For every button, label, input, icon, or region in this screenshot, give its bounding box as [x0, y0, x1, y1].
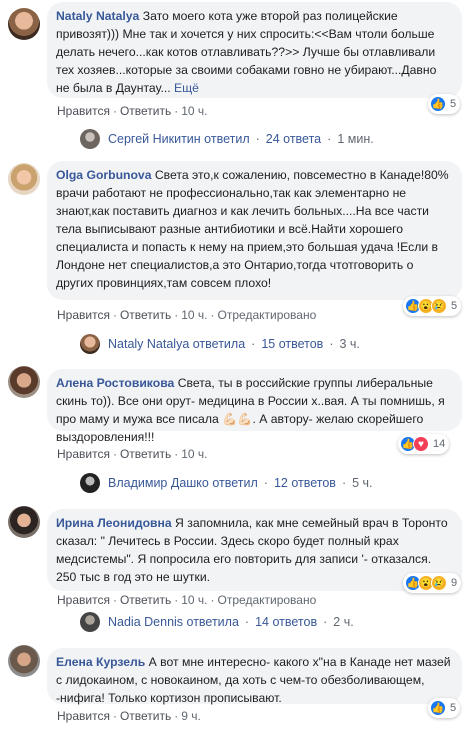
comment-bubble: Nataly Natalya Зато моего кота уже второ…: [47, 2, 462, 98]
reply-count[interactable]: 24 ответа: [266, 132, 321, 146]
like-reaction-icon: 👍: [430, 700, 446, 716]
reply-time: 1 мин.: [337, 132, 374, 146]
avatar[interactable]: [8, 163, 40, 195]
sad-reaction-icon: 😢: [431, 575, 447, 591]
like-link[interactable]: Нравится: [57, 447, 110, 461]
reactions-summary[interactable]: 👍 😮 😢 9: [403, 573, 462, 593]
reply-thread-link[interactable]: Nataly Natalya ответила · 15 ответов · 3 ч.: [80, 334, 360, 354]
comment-actions: Нравится · Ответить · 10 ч.: [57, 447, 208, 461]
comment-actions: Нравится · Ответить · 10 ч. · Отредактировано: [57, 593, 317, 607]
reply-thread-link[interactable]: Nadia Dennis ответила · 14 ответов · 2 ч.: [80, 612, 354, 632]
comment-text: Света это,к сожалению, повсеместно в Кан…: [56, 168, 449, 290]
reply-link[interactable]: Ответить: [120, 709, 171, 723]
comment-time[interactable]: 10 ч.: [181, 447, 207, 461]
reply-avatar: [80, 473, 100, 493]
reply-avatar: [80, 612, 100, 632]
comment-bubble: Алена Ростовикова Света, ты в российские…: [47, 369, 462, 444]
edited-label[interactable]: Отредактировано: [218, 593, 317, 607]
comment-author[interactable]: Ирина Леонидовна: [56, 516, 172, 530]
reactions-summary[interactable]: 👍 😮 😢 5: [403, 296, 462, 316]
avatar[interactable]: [8, 8, 40, 40]
avatar[interactable]: [8, 506, 40, 538]
reply-link[interactable]: Ответить: [120, 447, 171, 461]
reply-thread-link[interactable]: Владимир Дашко ответил · 12 ответов · 5 ч.: [80, 473, 373, 493]
reply-thread-link[interactable]: Сергей Никитин ответил · 24 ответа · 1 мин.: [80, 129, 374, 149]
comment-time[interactable]: 10 ч.: [181, 308, 207, 322]
comment-actions: Нравится · Ответить · 10 ч. · Отредактировано: [57, 308, 317, 322]
like-link[interactable]: Нравится: [57, 308, 110, 322]
comment-time[interactable]: 9 ч.: [181, 709, 201, 723]
reply-author[interactable]: Сергей Никитин ответил: [108, 132, 250, 146]
reply-count[interactable]: 14 ответов: [255, 615, 317, 629]
reply-author[interactable]: Nataly Natalya ответила: [108, 337, 245, 351]
see-more-link[interactable]: Ещё: [174, 81, 199, 95]
comment-bubble: Ирина Леонидовна Я запомнила, как мне се…: [47, 509, 462, 591]
like-link[interactable]: Нравится: [57, 104, 110, 118]
reaction-count: 14: [433, 438, 446, 450]
comment-author[interactable]: Елена Курзель: [56, 655, 145, 669]
comment-bubble: Елена Курзель А вот мне интересно- каког…: [47, 648, 462, 705]
edited-label[interactable]: Отредактировано: [218, 308, 317, 322]
like-link[interactable]: Нравится: [57, 709, 110, 723]
reply-author[interactable]: Владимир Дашко ответил: [108, 476, 258, 490]
reactions-summary[interactable]: 👍 ♥ 14: [398, 434, 450, 454]
reply-author[interactable]: Nadia Dennis ответила: [108, 615, 239, 629]
like-link[interactable]: Нравится: [57, 593, 110, 607]
reply-time: 2 ч.: [333, 615, 354, 629]
comment-time[interactable]: 10 ч.: [181, 593, 207, 607]
reply-link[interactable]: Ответить: [120, 104, 171, 118]
reply-avatar: [80, 334, 100, 354]
like-reaction-icon: 👍: [430, 96, 446, 112]
comment-time[interactable]: 10 ч.: [181, 104, 207, 118]
reply-time: 5 ч.: [352, 476, 373, 490]
reaction-count: 5: [450, 98, 457, 110]
love-reaction-icon: ♥: [413, 436, 429, 452]
comment-actions: Нравится · Ответить · 9 ч.: [57, 709, 201, 723]
reply-link[interactable]: Ответить: [120, 308, 171, 322]
avatar[interactable]: [8, 366, 40, 398]
reaction-count: 5: [451, 300, 458, 312]
reply-link[interactable]: Ответить: [120, 593, 171, 607]
comment-author[interactable]: Nataly Natalya: [56, 9, 139, 23]
reply-count[interactable]: 12 ответов: [274, 476, 336, 490]
comment-bubble: Olga Gorbunova Света это,к сожалению, по…: [47, 161, 462, 300]
reactions-summary[interactable]: 👍 5: [428, 94, 461, 114]
comment-author[interactable]: Olga Gorbunova: [56, 168, 151, 182]
comment-actions: Нравится · Ответить · 10 ч.: [57, 104, 208, 118]
sad-reaction-icon: 😢: [431, 298, 447, 314]
reply-count[interactable]: 15 ответов: [261, 337, 323, 351]
reactions-summary[interactable]: 👍 5: [428, 698, 461, 718]
reply-avatar: [80, 129, 100, 149]
reaction-count: 9: [451, 577, 458, 589]
reaction-count: 5: [450, 702, 457, 714]
reply-time: 3 ч.: [339, 337, 360, 351]
avatar[interactable]: [8, 645, 40, 677]
comment-author[interactable]: Алена Ростовикова: [56, 376, 174, 390]
